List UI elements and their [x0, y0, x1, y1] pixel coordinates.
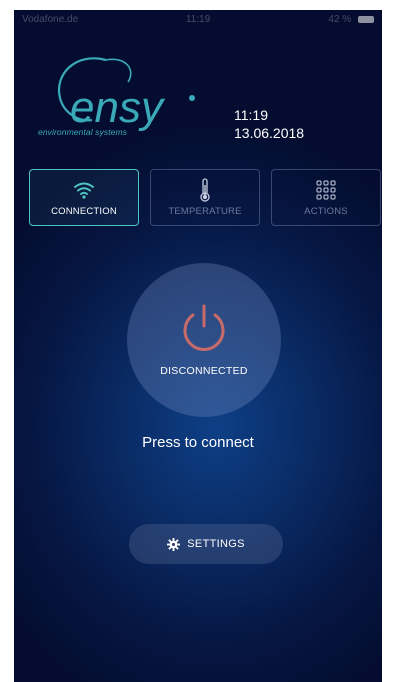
- logo-brand-text: ensy: [70, 83, 166, 132]
- tab-connection-label: CONNECTION: [51, 206, 117, 217]
- gear-icon: [167, 537, 181, 551]
- wifi-icon: [30, 179, 138, 201]
- grid-icon: [272, 179, 380, 201]
- connect-power-button[interactable]: DISCONNECTED: [127, 263, 281, 417]
- status-bar: Vodafone.de 11:19 42 %: [14, 10, 382, 30]
- settings-button[interactable]: SETTINGS: [129, 524, 283, 564]
- settings-label: SETTINGS: [187, 538, 245, 550]
- power-icon: [183, 304, 225, 351]
- status-time: 11:19: [185, 14, 211, 25]
- connect-prompt: Press to connect: [142, 434, 254, 451]
- logo-dot-icon: [189, 95, 195, 101]
- battery-icon: [358, 15, 374, 23]
- tab-actions[interactable]: ACTIONS: [271, 169, 381, 226]
- tab-connection[interactable]: CONNECTION: [29, 169, 139, 226]
- current-date: 13.06.2018: [234, 125, 305, 141]
- tab-bar: CONNECTION TEMPERATURE ACTIONS: [29, 169, 382, 229]
- status-battery-percent: 42 %: [328, 14, 352, 25]
- tab-temperature-label: TEMPERATURE: [168, 206, 242, 217]
- app-screen: Vodafone.de 11:19 42 % ensy environmenta…: [14, 10, 382, 682]
- tab-temperature[interactable]: TEMPERATURE: [150, 169, 260, 226]
- tab-actions-label: ACTIONS: [304, 206, 348, 217]
- status-battery-group: 42 %: [328, 14, 374, 25]
- logo-tagline: environmental systems: [38, 127, 128, 137]
- connection-status: DISCONNECTED: [160, 365, 248, 377]
- thermometer-icon: [151, 178, 259, 202]
- datetime-display: 11:19 13.06.2018: [234, 106, 304, 142]
- current-time: 11:19: [234, 107, 268, 123]
